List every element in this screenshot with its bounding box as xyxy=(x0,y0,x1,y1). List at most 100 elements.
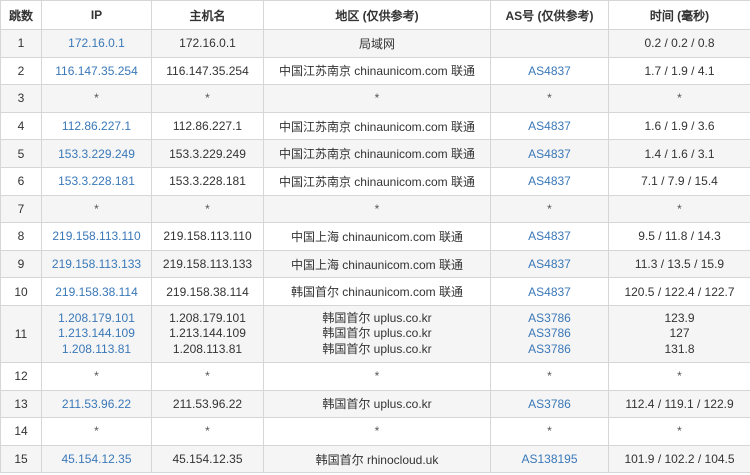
ip-link[interactable]: 219.158.113.110 xyxy=(52,229,140,243)
time-text: 1.4 / 1.6 / 3.1 xyxy=(644,146,715,161)
ip-link[interactable]: 1.208.179.101 xyxy=(44,311,149,327)
region-cell: 中国江苏南京 chinaunicom.com 联通 xyxy=(263,56,491,86)
asn-link[interactable]: AS3786 xyxy=(493,311,606,327)
table-header-row: 跳数 IP 主机名 地区 (仅供参考) AS号 (仅供参考) 时间 (毫秒) xyxy=(0,0,750,30)
time-cell: 0.2 / 0.2 / 0.8 xyxy=(608,29,750,58)
region-text: * xyxy=(374,369,380,384)
asn-link[interactable]: AS4837 xyxy=(528,285,571,299)
ip-link[interactable]: 112.86.227.1 xyxy=(62,119,131,133)
traceroute-table: 跳数 IP 主机名 地区 (仅供参考) AS号 (仅供参考) 时间 (毫秒) 1… xyxy=(0,0,750,474)
hop-cell: 1 xyxy=(0,29,42,58)
region-text: 中国江苏南京 chinaunicom.com 联通 xyxy=(278,64,476,79)
host-cell: 219.158.113.133 xyxy=(151,249,264,279)
host-cell: 172.16.0.1 xyxy=(151,29,264,58)
asn-link[interactable]: AS4837 xyxy=(528,64,571,78)
ip-cell: 116.147.35.254 xyxy=(41,56,152,86)
table-body: 1 172.16.0.1 172.16.0.1 局域网 0.2 / 0.2 / 0.8 2… xyxy=(0,29,750,474)
host-cell: 211.53.96.22 xyxy=(151,389,264,419)
asn-link[interactable]: AS3786 xyxy=(493,326,606,342)
asn-cell: AS138195 xyxy=(490,444,609,474)
region-cell: 中国上海 chinaunicom.com 联通 xyxy=(263,222,491,251)
region-text: * xyxy=(374,424,380,439)
host-cell: 153.3.228.181 xyxy=(151,166,264,196)
time-cell: * xyxy=(608,361,750,391)
ip-cell: * xyxy=(41,417,152,446)
region-cell: * xyxy=(263,84,491,113)
table-row: 3 * * * * * xyxy=(0,84,750,113)
asn-link[interactable]: AS138195 xyxy=(521,452,577,466)
region-text: * xyxy=(374,201,380,216)
table-row: 9 219.158.113.133 219.158.113.133 中国上海 chin… xyxy=(0,249,750,279)
time-text: * xyxy=(677,424,682,439)
hop-cell: 2 xyxy=(0,56,42,86)
table-row: 14 * * * * * xyxy=(0,417,750,446)
hop-cell: 11 xyxy=(0,304,42,363)
host-text: * xyxy=(205,201,210,216)
header-region: 地区 (仅供参考) xyxy=(263,0,491,30)
region-cell: 韩国首尔 chinaunicom.com 联通 xyxy=(263,277,491,306)
hop-cell: 9 xyxy=(0,249,42,279)
host-text: 1.208.179.101 xyxy=(169,310,246,325)
ip-link[interactable]: 219.158.113.133 xyxy=(52,257,141,271)
ip-link[interactable]: 1.213.144.109 xyxy=(44,326,149,342)
region-text: 中国上海 chinaunicom.com 联通 xyxy=(290,257,464,272)
region-cell: 韩国首尔 uplus.co.kr xyxy=(263,389,491,419)
host-cell: * xyxy=(151,194,264,224)
asn-cell: * xyxy=(490,361,609,391)
ip-link[interactable]: 211.53.96.22 xyxy=(62,397,131,411)
time-text: 112.4 / 119.1 / 122.9 xyxy=(625,396,734,411)
ip-cell: * xyxy=(41,361,152,391)
ip-text: * xyxy=(94,201,99,216)
time-text: 123.9 xyxy=(664,310,695,325)
host-text: 1.213.144.109 xyxy=(169,326,246,341)
asn-cell: AS3786 xyxy=(490,389,609,419)
asn-link[interactable]: AS4837 xyxy=(528,147,571,161)
table-row: 13 211.53.96.22 211.53.96.22 韩国首尔 uplus.co.… xyxy=(0,389,750,419)
table-row: 12 * * * * * xyxy=(0,361,750,391)
time-text: * xyxy=(677,91,682,106)
ip-link[interactable]: 153.3.228.181 xyxy=(58,174,135,188)
time-text: 1.6 / 1.9 / 3.6 xyxy=(644,119,715,134)
ip-link[interactable]: 1.208.113.81 xyxy=(44,342,149,358)
time-text: * xyxy=(677,201,682,216)
host-cell: 219.158.38.114 xyxy=(151,277,264,306)
asn-link[interactable]: AS4837 xyxy=(528,257,571,271)
host-cell: 116.147.35.254 xyxy=(151,56,264,86)
region-cell: 中国上海 chinaunicom.com 联通 xyxy=(263,249,491,279)
ip-cell: 219.158.113.110 xyxy=(41,222,152,251)
region-text: 中国江苏南京 chinaunicom.com 联通 xyxy=(278,174,476,189)
asn-link[interactable]: AS3786 xyxy=(493,342,606,358)
host-text: 153.3.229.249 xyxy=(169,146,246,161)
time-cell: 101.9 / 102.2 / 104.5 xyxy=(608,444,750,474)
asn-cell: AS4837 xyxy=(490,111,609,141)
table-row: 8 219.158.113.110 219.158.113.110 中国上海 chin… xyxy=(0,222,750,251)
region-text: 中国上海 chinaunicom.com 联通 xyxy=(290,229,464,244)
region-text: 韩国首尔 uplus.co.kr xyxy=(322,310,432,325)
region-text: 韩国首尔 uplus.co.kr xyxy=(322,341,432,356)
host-cell: 1.208.179.101 1.213.144.109 1.208.113.81 xyxy=(151,304,264,363)
ip-link[interactable]: 172.16.0.1 xyxy=(68,36,125,50)
asn-text: * xyxy=(547,91,552,106)
host-text: * xyxy=(205,424,210,439)
table-row: 7 * * * * * xyxy=(0,194,750,224)
asn-link[interactable]: AS3786 xyxy=(528,397,571,411)
region-cell: 韩国首尔 uplus.co.kr 韩国首尔 uplus.co.kr 韩国首尔 upl… xyxy=(263,304,491,363)
hop-cell: 8 xyxy=(0,222,42,251)
hop-cell: 15 xyxy=(0,444,42,474)
host-cell: 153.3.229.249 xyxy=(151,139,264,168)
asn-link[interactable]: AS4837 xyxy=(528,229,571,243)
ip-link[interactable]: 219.158.38.114 xyxy=(55,285,138,299)
header-time: 时间 (毫秒) xyxy=(608,0,750,30)
host-text: 116.147.35.254 xyxy=(166,63,249,78)
asn-cell: AS4837 xyxy=(490,139,609,168)
ip-link[interactable]: 153.3.229.249 xyxy=(58,147,135,161)
table-row: 11 1.208.179.101 1.213.144.109 1.208.113.81… xyxy=(0,304,750,363)
asn-link[interactable]: AS4837 xyxy=(528,174,571,188)
ip-link[interactable]: 45.154.12.35 xyxy=(61,452,131,466)
header-ip: IP xyxy=(41,0,152,30)
region-cell: 中国江苏南京 chinaunicom.com 联通 xyxy=(263,166,491,196)
ip-link[interactable]: 116.147.35.254 xyxy=(55,64,138,78)
asn-link[interactable]: AS4837 xyxy=(528,119,571,133)
asn-text: * xyxy=(547,201,552,216)
time-cell: 1.4 / 1.6 / 3.1 xyxy=(608,139,750,168)
